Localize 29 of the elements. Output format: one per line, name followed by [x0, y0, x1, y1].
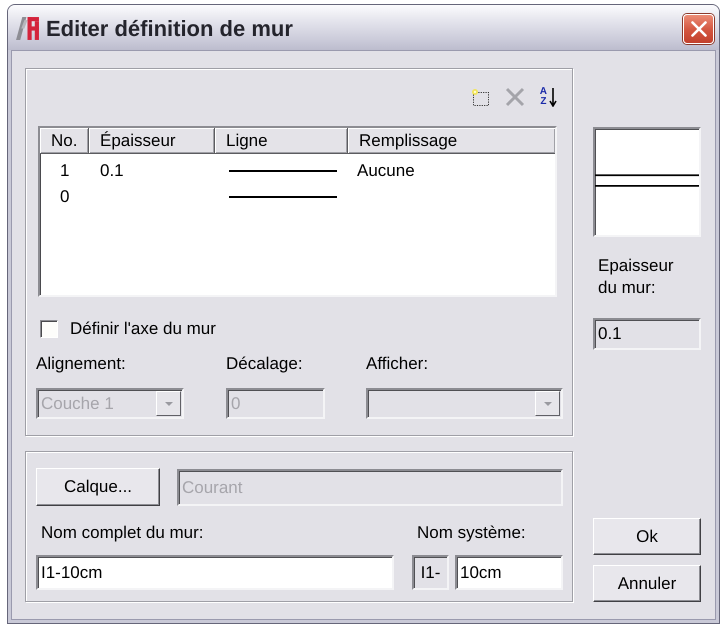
cancel-button[interactable]: Annuler: [593, 565, 701, 602]
system-name-field[interactable]: 10cm: [455, 555, 563, 590]
offset-label: Décalage:: [226, 354, 304, 374]
checkbox-label[interactable]: Définir l'axe du mur: [70, 319, 216, 339]
close-button[interactable]: [683, 14, 714, 44]
alignment-label: Alignement:: [36, 354, 127, 374]
wall-thickness-field: 0.1: [593, 318, 701, 350]
wall-thickness-label: Epaisseur du mur:: [597, 255, 675, 299]
name-prefix-field: I1-: [412, 555, 449, 590]
layer-number: 0: [60, 187, 70, 207]
layer-number: 1: [60, 161, 70, 181]
display-label: Afficher:: [366, 354, 430, 374]
full-name-label: Nom complet du mur:: [40, 523, 204, 543]
ok-button[interactable]: Ok: [593, 518, 701, 555]
column-header[interactable]: No.: [40, 128, 89, 154]
column-header[interactable]: Épaisseur: [89, 128, 215, 154]
app-logo-icon: [15, 16, 40, 41]
sort-button[interactable]: A Z: [540, 86, 557, 108]
system-name-label: Nom système:: [416, 523, 527, 543]
down-arrow-icon: [549, 87, 557, 107]
layer-fill: Aucune: [357, 161, 415, 181]
new-item-icon[interactable]: [470, 87, 491, 107]
full-name-field[interactable]: I1-10cm: [36, 555, 394, 590]
window-title: Editer définition de mur: [46, 16, 294, 42]
close-icon: [690, 20, 706, 36]
column-header[interactable]: Ligne: [215, 128, 348, 154]
column-header[interactable]: Remplissage: [348, 128, 555, 154]
checkbox[interactable]: [40, 320, 58, 338]
layer-thickness: 0.1: [100, 161, 124, 181]
